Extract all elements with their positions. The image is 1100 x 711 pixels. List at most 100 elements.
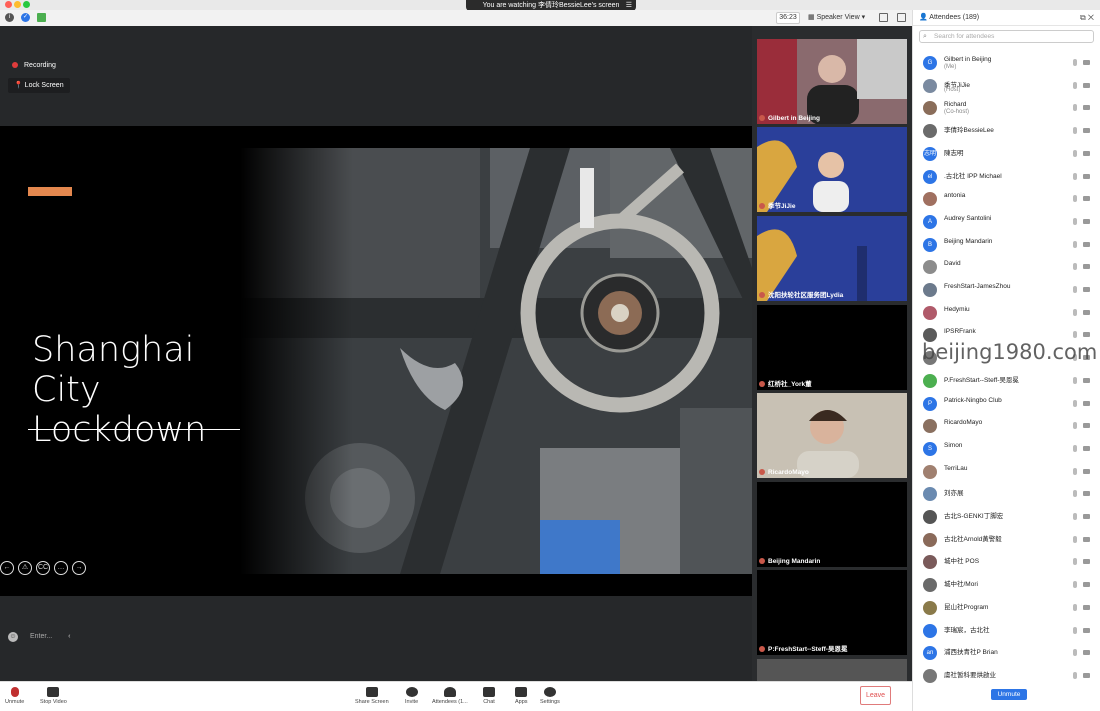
mic-icon[interactable]	[1073, 286, 1077, 293]
camera-icon[interactable]	[1083, 218, 1090, 224]
mic-icon[interactable]	[1073, 399, 1077, 407]
mic-icon[interactable]	[1073, 240, 1077, 248]
attendee-row[interactable]: Richard (Co-host)	[913, 97, 1100, 119]
camera-icon[interactable]	[1083, 377, 1090, 383]
attendee-row[interactable]: 李瑞宸，古北社	[913, 620, 1100, 642]
attendee-row[interactable]: 季节JiJie (Host)	[913, 75, 1100, 97]
attendee-row[interactable]: P Patrick-Ningbo Club	[913, 393, 1100, 415]
info-icon[interactable]: i	[5, 13, 14, 22]
annotate-icon[interactable]: ⚠	[18, 561, 32, 575]
recording-indicator[interactable]: Recording	[12, 62, 56, 69]
mic-icon[interactable]	[1073, 626, 1077, 634]
camera-icon[interactable]	[1083, 196, 1090, 202]
mic-icon[interactable]	[1073, 558, 1077, 566]
unmute-all-button[interactable]: Unmute	[991, 689, 1027, 700]
collapse-chevron-icon[interactable]: ‹	[68, 633, 70, 640]
camera-icon[interactable]	[1083, 582, 1090, 588]
attendee-row[interactable]: 昆山社Program	[913, 597, 1100, 619]
attendee-row[interactable]: S Simon	[913, 438, 1100, 460]
mic-icon[interactable]	[1073, 149, 1077, 157]
share-screen-button[interactable]: Share Screen	[355, 687, 389, 705]
attendee-row[interactable]: A Audrey Santolini	[913, 211, 1100, 233]
signal-icon[interactable]	[37, 13, 46, 22]
camera-icon[interactable]	[1083, 468, 1090, 474]
video-tile[interactable]	[757, 659, 907, 681]
mic-icon[interactable]	[1073, 513, 1077, 520]
panel-toggle-icon[interactable]	[897, 13, 906, 22]
attendee-row[interactable]: an 浦西扶青社P Brian	[913, 642, 1100, 664]
camera-icon[interactable]	[1083, 332, 1090, 338]
attendee-row[interactable]: antonia	[913, 188, 1100, 210]
mic-icon[interactable]	[1073, 172, 1077, 180]
fullscreen-icon[interactable]	[879, 13, 888, 22]
camera-icon[interactable]	[1083, 400, 1090, 406]
camera-icon[interactable]	[1083, 128, 1090, 134]
video-tile[interactable]: RicardoMayo	[757, 393, 907, 478]
slide-chat-input[interactable]: ☺ Enter... ‹	[8, 632, 70, 642]
attendee-row[interactable]: TerriLau	[913, 461, 1100, 483]
attendee-row[interactable]: David	[913, 256, 1100, 278]
settings-button[interactable]: Settings	[540, 687, 560, 705]
prev-slide-button[interactable]: ←	[0, 561, 14, 575]
camera-icon[interactable]	[1083, 445, 1090, 451]
attendee-row[interactable]: RicardoMayo	[913, 415, 1100, 437]
lock-screen-button[interactable]: 📍 Lock Screen	[8, 78, 70, 93]
apps-button[interactable]: Apps	[515, 687, 528, 705]
mic-icon[interactable]	[1073, 444, 1077, 452]
mic-icon[interactable]	[1073, 263, 1077, 271]
camera-icon[interactable]	[1083, 650, 1090, 656]
video-tile[interactable]: 沈阳扶轮社区服务团Lydia	[757, 216, 907, 301]
attendee-row[interactable]: Hedymiu	[913, 302, 1100, 324]
mic-icon[interactable]	[1073, 308, 1077, 316]
mic-icon[interactable]	[1073, 535, 1077, 543]
video-tile[interactable]: 红桥社_York董	[757, 305, 907, 390]
close-panel-icon[interactable]: ⧉ ✕	[1080, 10, 1094, 26]
mic-icon[interactable]	[1073, 195, 1077, 203]
chat-button[interactable]: Chat	[483, 687, 495, 705]
mic-icon[interactable]	[1073, 331, 1077, 339]
next-slide-button[interactable]: →	[72, 561, 86, 575]
mic-icon[interactable]	[1073, 59, 1077, 66]
camera-icon[interactable]	[1083, 150, 1090, 156]
camera-icon[interactable]	[1083, 173, 1090, 179]
video-tile[interactable]: Beijing Mandarin	[757, 482, 907, 567]
camera-icon[interactable]	[1083, 514, 1090, 519]
leave-button[interactable]: Leave	[860, 686, 891, 705]
shield-icon[interactable]: ✓	[21, 13, 30, 22]
mic-icon[interactable]	[1073, 603, 1077, 611]
attendee-row[interactable]: 志明 陳志明	[913, 143, 1100, 165]
camera-icon[interactable]	[1083, 309, 1090, 315]
minimize-window-button[interactable]	[14, 1, 21, 8]
camera-icon[interactable]	[1083, 559, 1090, 565]
attendee-row[interactable]: 城中社 POS	[913, 551, 1100, 573]
attendee-row[interactable]: B Beijing Mandarin	[913, 234, 1100, 256]
view-mode-button[interactable]: ▦ Speaker View ▾	[808, 12, 865, 24]
unmute-button[interactable]: Unmute	[5, 687, 24, 705]
camera-icon[interactable]	[1083, 105, 1090, 111]
camera-icon[interactable]	[1083, 264, 1090, 270]
attendee-row[interactable]: el .古北社 IPP Michael	[913, 166, 1100, 188]
more-options-icon[interactable]: …	[54, 561, 68, 575]
attendee-row[interactable]: G Gilbert in Beijing (Me)	[913, 52, 1100, 74]
mic-icon[interactable]	[1073, 104, 1077, 112]
mic-icon[interactable]	[1073, 127, 1077, 135]
close-window-button[interactable]	[5, 1, 12, 8]
video-tile[interactable]: 季节JiJie	[757, 127, 907, 212]
attendee-row[interactable]: P.FreshStart--Steff-吴恩冕	[913, 370, 1100, 392]
attendees-button[interactable]: Attendees (1...	[432, 687, 468, 705]
maximize-window-button[interactable]	[23, 1, 30, 8]
camera-icon[interactable]	[1083, 287, 1090, 292]
mic-icon[interactable]	[1073, 581, 1077, 589]
emoji-icon[interactable]: ☺	[8, 632, 18, 642]
mic-icon[interactable]	[1073, 490, 1077, 498]
camera-icon[interactable]	[1083, 536, 1090, 542]
stop-video-button[interactable]: Stop Video	[40, 687, 67, 705]
camera-icon[interactable]	[1083, 627, 1090, 633]
camera-icon[interactable]	[1083, 672, 1090, 678]
attendee-row[interactable]: 古北社Arnold黃警毅	[913, 529, 1100, 551]
camera-icon[interactable]	[1083, 423, 1090, 429]
mic-icon[interactable]	[1073, 376, 1077, 384]
attendee-row[interactable]: FreshStart-JamesZhou	[913, 279, 1100, 301]
camera-icon[interactable]	[1083, 241, 1090, 247]
camera-icon[interactable]	[1083, 60, 1090, 65]
